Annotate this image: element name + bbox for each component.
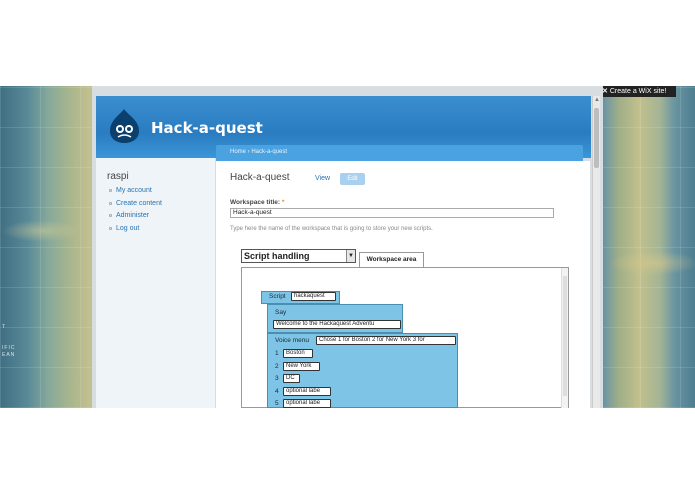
tab-view[interactable]: View <box>315 175 330 182</box>
option-input[interactable]: DC <box>283 374 300 383</box>
sidebar-item-label: Log out <box>116 225 140 232</box>
scroll-thumb[interactable] <box>594 108 599 168</box>
map-label: T <box>2 324 7 330</box>
map-label: EAN <box>2 352 16 358</box>
sidebar-item-create-content[interactable]: Create content <box>109 200 162 207</box>
field-help-text: Type here the name of the workspace that… <box>230 226 433 232</box>
option-number: 1 <box>275 350 279 357</box>
drupal-logo-icon[interactable] <box>108 108 141 144</box>
required-mark: * <box>281 199 285 206</box>
script-label: Script <box>269 293 286 300</box>
say-text-input[interactable]: Welcome to the Hackaquest Adventu <box>273 320 401 329</box>
option-input[interactable]: Boston <box>283 349 313 358</box>
option-input[interactable]: New York <box>283 362 320 371</box>
voice-menu-prompt-input[interactable]: Chose 1 for Boston 2 for New York 3 for <box>316 336 456 345</box>
scroll-up-icon[interactable]: ▲ <box>594 97 600 103</box>
screenshot: T IFIC EAN ✕ Create a WiX site! ▲ Hack-a-… <box>0 0 695 494</box>
workspace-scroll-thumb[interactable] <box>563 276 567 396</box>
sidebar <box>96 158 215 408</box>
option-number: 4 <box>275 388 279 395</box>
sidebar-item-label: Create content <box>116 200 162 207</box>
breadcrumb[interactable]: Home › Hack-a-quest <box>230 149 287 155</box>
tab-workspace-area[interactable]: Workspace area <box>359 252 424 267</box>
bullet-icon <box>109 226 112 230</box>
page-title: Hack-a-quest <box>230 172 290 183</box>
category-select[interactable]: Script handling ▼ <box>241 249 356 263</box>
sidebar-item-my-account[interactable]: My account <box>109 187 152 194</box>
site-name[interactable]: Hack-a-quest <box>151 119 263 137</box>
option-number: 5 <box>275 400 279 407</box>
bullet-icon <box>109 201 112 205</box>
sidebar-item-administer[interactable]: Administer <box>109 212 149 219</box>
sidebar-item-log-out[interactable]: Log out <box>109 225 139 232</box>
option-number: 3 <box>275 375 279 382</box>
map-label: IFIC <box>2 345 16 351</box>
sidebar-item-label: My account <box>116 187 152 194</box>
page-scrollbar[interactable]: ▲ <box>592 96 600 408</box>
field-label-text: Workspace title: <box>230 199 281 206</box>
sidebar-item-label: Administer <box>116 212 150 219</box>
say-label: Say <box>275 309 287 316</box>
script-name-input[interactable]: hackaquest <box>291 292 336 301</box>
bullet-icon <box>109 188 112 192</box>
workspace-title-input[interactable]: Hack-a-quest <box>230 208 554 218</box>
tab-edit[interactable]: Edit <box>340 173 365 185</box>
workspace-scrollbar[interactable] <box>561 268 568 408</box>
bullet-icon <box>109 213 112 217</box>
option-input[interactable]: optional labe <box>283 387 331 396</box>
workspace-title-label: Workspace title: * <box>230 199 284 206</box>
category-select-value: Script handling <box>244 251 310 261</box>
voice-menu-label: Voice menu <box>275 337 309 344</box>
option-number: 2 <box>275 363 279 370</box>
option-input[interactable]: optional labe <box>283 399 331 408</box>
dropdown-arrow-icon[interactable]: ▼ <box>346 250 355 262</box>
sidebar-username: raspi <box>107 171 129 182</box>
create-wix-site-banner[interactable]: ✕ Create a WiX site! <box>599 86 676 97</box>
wix-banner-label: Create a WiX site! <box>609 88 667 95</box>
